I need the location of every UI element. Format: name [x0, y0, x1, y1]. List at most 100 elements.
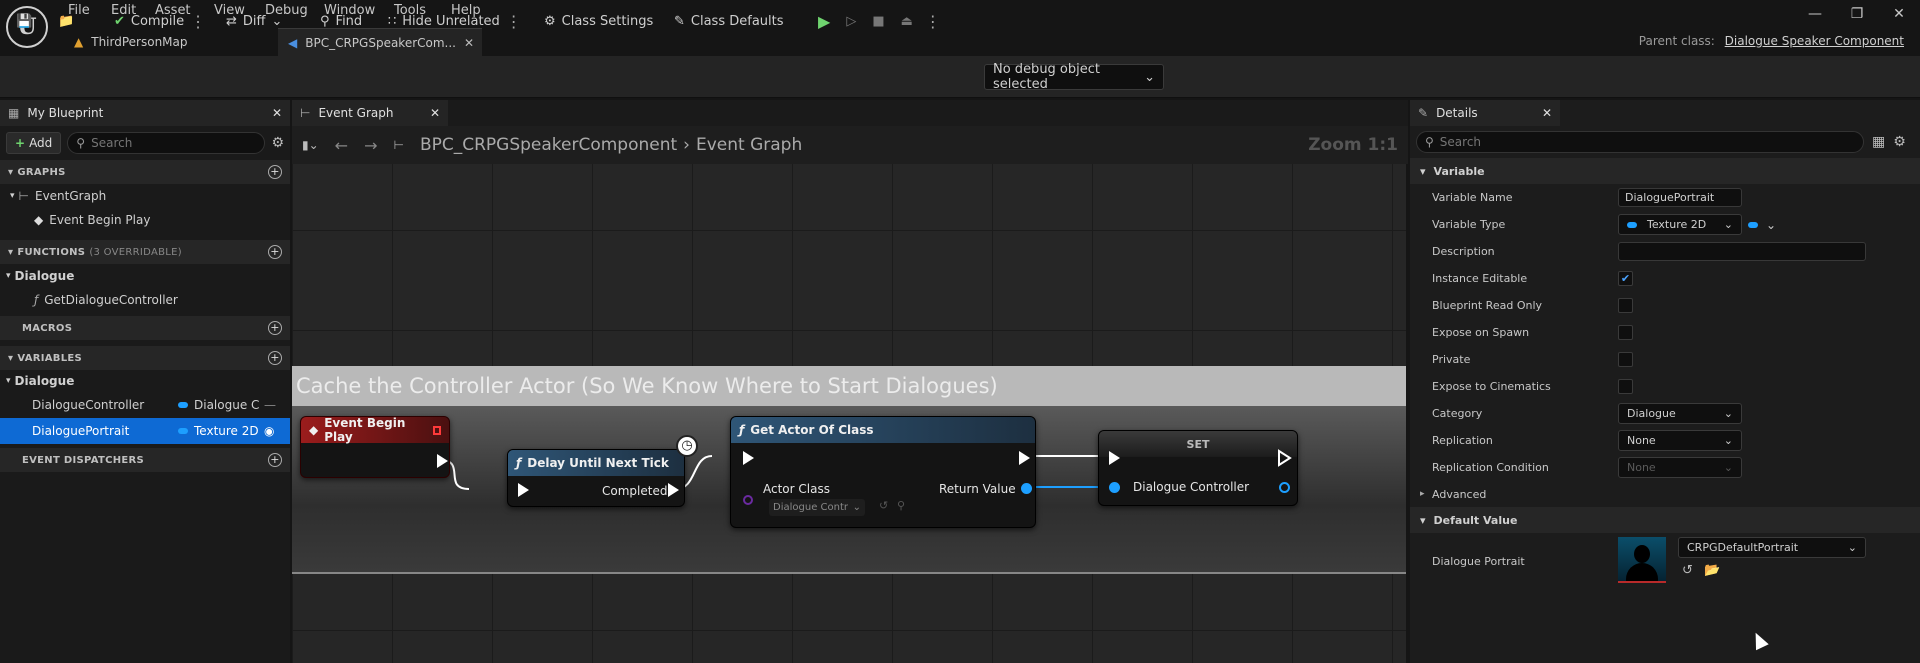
compile-options-icon[interactable]: ⋮ — [190, 12, 206, 31]
dialogue-controller-in-pin[interactable] — [1109, 482, 1120, 493]
container-type-dropdown[interactable]: ⌄ — [1748, 218, 1776, 232]
add-dispatcher-icon[interactable]: + — [268, 453, 282, 467]
exec-out-pin[interactable] — [437, 454, 448, 468]
tab-my-blueprint[interactable]: ▦ My Blueprint ✕ — [0, 100, 290, 126]
browse-icon[interactable]: 📁 — [58, 10, 74, 32]
blueprint-read-only-checkbox[interactable] — [1618, 298, 1633, 313]
exec-in-pin[interactable] — [518, 483, 529, 497]
add-macro-icon[interactable]: + — [268, 321, 282, 335]
add-variable-icon[interactable]: + — [268, 351, 282, 365]
back-arrow-icon[interactable]: ← — [335, 136, 348, 155]
table-view-icon[interactable]: ▦ — [1872, 134, 1885, 150]
add-graph-icon[interactable]: + — [268, 165, 282, 179]
function-item-getdialoguecontroller[interactable]: ƒ GetDialogueController — [0, 288, 290, 312]
visibility-icon[interactable]: — — [264, 398, 276, 412]
expose-to-cinematics-checkbox[interactable] — [1618, 379, 1633, 394]
variable-name-field[interactable]: DialoguePortrait — [1618, 188, 1742, 207]
close-icon[interactable]: ✕ — [430, 106, 440, 120]
section-variable[interactable]: ▾ Variable — [1410, 158, 1920, 184]
description-field[interactable] — [1618, 242, 1866, 261]
section-graphs[interactable]: ▾ GRAPHS + — [0, 160, 290, 184]
exec-in-pin[interactable] — [743, 451, 754, 465]
blueprint-search[interactable]: ⚲ — [67, 132, 266, 154]
add-button[interactable]: + Add — [6, 132, 62, 154]
private-checkbox[interactable] — [1618, 352, 1633, 367]
instance-editable-checkbox[interactable]: ✔ — [1618, 271, 1633, 286]
portrait-thumbnail[interactable] — [1618, 537, 1666, 583]
portrait-asset-dropdown[interactable]: CRPGDefaultPortrait ⌄ — [1678, 537, 1866, 558]
tab-event-graph[interactable]: ⊢ Event Graph ✕ — [292, 100, 448, 126]
class-defaults-button[interactable]: ✎ Class Defaults — [674, 10, 784, 32]
hide-unrelated-options-icon[interactable]: ⋮ — [506, 12, 522, 31]
exec-out-pin[interactable] — [1019, 451, 1030, 465]
details-search-input[interactable] — [1439, 135, 1820, 149]
class-settings-button[interactable]: ⚙ Class Settings — [544, 10, 653, 32]
compile-button[interactable]: ✔ Compile ⋮ — [114, 10, 206, 32]
search-input[interactable] — [91, 136, 232, 150]
exec-in-pin[interactable] — [1109, 451, 1120, 465]
dialogue-controller-out-pin[interactable] — [1279, 482, 1290, 493]
minimize-icon[interactable]: — — [1800, 6, 1830, 22]
save-icon[interactable]: 💾 — [16, 10, 32, 32]
node-event-begin-play[interactable]: ◆ Event Begin Play — [300, 416, 450, 478]
browse-folder-icon[interactable]: 📂 — [1704, 563, 1720, 578]
bookmark-icon[interactable]: ▮⌄ — [302, 138, 319, 152]
section-variables[interactable]: ▾ VARIABLES + — [0, 346, 290, 370]
play-icon[interactable]: ▶ — [818, 12, 830, 31]
row-advanced[interactable]: ▸ Advanced — [1410, 481, 1920, 507]
variable-type-dropdown[interactable]: Texture 2D ⌄ — [1618, 214, 1742, 235]
details-search[interactable]: ⚲ — [1416, 131, 1864, 153]
row-expose-on-spawn: Expose on Spawn — [1410, 319, 1920, 346]
breadcrumb-root[interactable]: BPC_CRPGSpeakerComponent — [420, 135, 677, 155]
node-set-dialogue-controller[interactable]: SET Dialogue Controller — [1098, 430, 1298, 506]
variable-item-dialogueportrait[interactable]: DialoguePortrait Texture 2D ◉ — [0, 418, 290, 444]
delegate-pin-icon[interactable] — [432, 425, 441, 435]
add-function-icon[interactable]: + — [268, 245, 282, 259]
function-category-dialogue[interactable]: ▾ Dialogue — [0, 264, 290, 288]
debug-object-select[interactable]: No debug object selected ⌄ — [984, 62, 1164, 92]
variable-category-dialogue[interactable]: ▾ Dialogue — [0, 370, 290, 392]
stop-icon[interactable]: ■ — [872, 14, 884, 29]
exec-out-pin[interactable] — [668, 483, 679, 497]
use-selected-asset-icon[interactable]: ↺ — [1682, 563, 1693, 578]
return-value-pin[interactable] — [1021, 483, 1032, 494]
close-icon[interactable]: ✕ — [1542, 106, 1552, 120]
gear-icon[interactable]: ⚙ — [271, 135, 284, 151]
variable-item-dialoguecontroller[interactable]: DialogueController Dialogue Co — — [0, 392, 290, 418]
expose-on-spawn-checkbox[interactable] — [1618, 325, 1633, 340]
step-icon[interactable]: ▷ — [846, 14, 856, 29]
graph-item-event-begin-play[interactable]: ◆ Event Begin Play — [0, 208, 290, 232]
actor-class-dropdown[interactable]: Dialogue Contr ⌄ — [769, 499, 865, 516]
actor-class-pin[interactable] — [743, 495, 753, 505]
section-event-dispatchers[interactable]: EVENT DISPATCHERS + — [0, 448, 290, 472]
restore-icon[interactable]: ❐ — [1842, 6, 1872, 22]
close-tab-icon[interactable]: ✕ — [464, 36, 474, 50]
section-macros[interactable]: MACROS + — [0, 316, 290, 340]
event-graph-canvas[interactable]: Cache the Controller Actor (So We Know W… — [292, 164, 1406, 663]
close-icon[interactable]: ✕ — [272, 106, 282, 120]
replication-dropdown[interactable]: None ⌄ — [1618, 430, 1742, 451]
node-get-actor-of-class[interactable]: ƒ Get Actor Of Class Actor Class Dialogu… — [730, 416, 1036, 528]
find-button[interactable]: ⚲ Find — [320, 10, 362, 32]
parent-class-link[interactable]: Dialogue Speaker Component — [1725, 34, 1904, 48]
close-window-icon[interactable]: ✕ — [1884, 6, 1914, 22]
forward-arrow-icon[interactable]: → — [364, 136, 377, 155]
graph-item-eventgraph[interactable]: ▾ ⊢ EventGraph — [0, 184, 290, 208]
category-combobox[interactable]: Dialogue ⌄ — [1618, 403, 1742, 424]
gear-icon[interactable]: ⚙ — [1893, 134, 1906, 150]
graph-tab-bar: ⊢ Event Graph ✕ — [292, 100, 1408, 126]
use-selected-icon[interactable]: ↺ — [879, 499, 888, 512]
eject-icon[interactable]: ⏏ — [901, 14, 913, 29]
tab-details[interactable]: ✎ Details ✕ — [1410, 100, 1560, 126]
tab-third-person-map[interactable]: ▲ ThirdPersonMap — [64, 28, 198, 56]
play-options-icon[interactable]: ⋮ — [925, 12, 941, 31]
section-functions[interactable]: ▾ FUNCTIONS (3 OVERRIDABLE) + — [0, 240, 290, 264]
diff-button[interactable]: ⇄ Diff ⌄ — [226, 10, 282, 32]
hide-unrelated-button[interactable]: ∷ Hide Unrelated ⋮ — [388, 10, 522, 32]
breadcrumb-leaf[interactable]: Event Graph — [696, 135, 802, 155]
eye-icon[interactable]: ◉ — [264, 424, 274, 438]
browse-icon[interactable]: ⚲ — [897, 499, 905, 512]
tab-blueprint[interactable]: ◀ BPC_CRPGSpeakerCom... ✕ — [278, 28, 482, 56]
node-delay-until-next-tick[interactable]: ƒ Delay Until Next Tick Completed — [507, 449, 685, 507]
section-default-value[interactable]: ▾ Default Value — [1410, 507, 1920, 533]
